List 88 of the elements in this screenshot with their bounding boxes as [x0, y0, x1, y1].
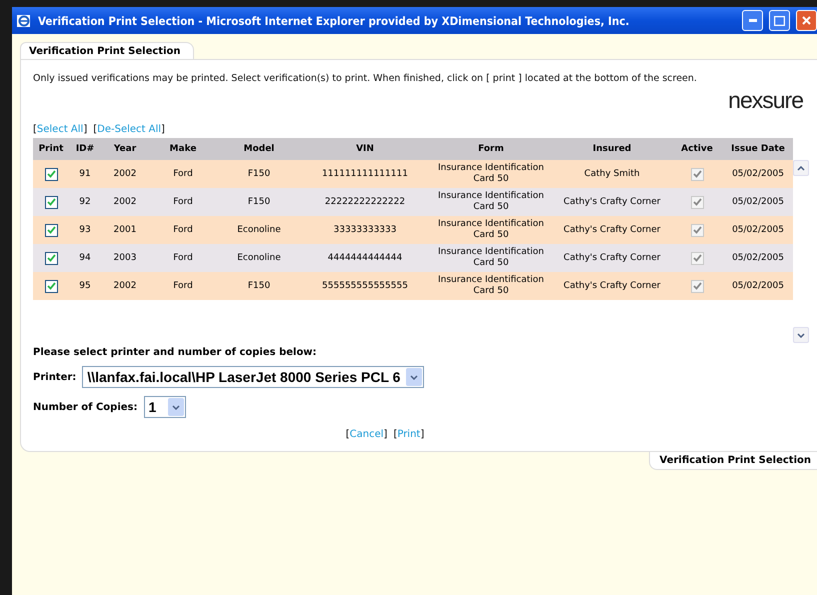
- printer-label: Printer:: [33, 372, 76, 382]
- table-cell: 33333333333: [301, 216, 429, 244]
- column-header: VIN: [301, 138, 429, 160]
- bracket: [: [346, 429, 350, 440]
- bracket: [: [33, 124, 37, 135]
- table-cell: 92: [69, 188, 101, 216]
- bracket: ]: [420, 429, 424, 440]
- minimize-button[interactable]: [742, 10, 763, 31]
- table-cell: Cathy's Crafty Corner: [553, 216, 671, 244]
- copies-label: Number of Copies:: [33, 402, 138, 412]
- table-cell: F150: [217, 272, 301, 300]
- caret-down-icon: [797, 332, 805, 338]
- printer-select[interactable]: \\lanfax.fai.local\HP LaserJet 8000 Series PCL 6: [82, 366, 424, 388]
- table-cell: Econoline: [217, 216, 301, 244]
- table-cell: Insurance Identification Card 50: [429, 216, 553, 244]
- table-cell: 94: [69, 244, 101, 272]
- action-link[interactable]: Print: [397, 429, 420, 440]
- table-cell: 2002: [101, 272, 149, 300]
- bracket: ]: [83, 124, 88, 135]
- table-cell: 4444444444444: [301, 244, 429, 272]
- column-header: Year: [101, 138, 149, 160]
- printer-heading: Please select printer and number of copies below:: [33, 347, 318, 358]
- browser-icon: [16, 12, 32, 28]
- column-header: Print: [33, 138, 69, 160]
- table-cell: 05/02/2005: [723, 244, 793, 272]
- table-cell: Ford: [149, 160, 217, 188]
- column-header: Insured: [553, 138, 671, 160]
- table-cell: Insurance Identification Card 50: [429, 160, 553, 188]
- print-checkbox[interactable]: [44, 252, 58, 264]
- table-cell: 95: [69, 272, 101, 300]
- table-cell: 05/02/2005: [723, 188, 793, 216]
- table-cell: Ford: [149, 244, 217, 272]
- maximize-icon: [774, 16, 785, 26]
- maximize-button[interactable]: [769, 10, 790, 31]
- caret-up-icon: [797, 166, 805, 170]
- table-cell: Insurance Identification Card 50: [429, 244, 553, 272]
- close-icon: [802, 16, 811, 25]
- table-cell: 555555555555555: [301, 272, 429, 300]
- close-button[interactable]: [796, 10, 817, 31]
- action-link[interactable]: Cancel: [350, 429, 384, 440]
- column-header: Active: [671, 138, 723, 160]
- table-cell: Ford: [149, 188, 217, 216]
- company-logo: nexsure: [728, 87, 803, 114]
- column-header: Model: [217, 138, 301, 160]
- minimize-icon: [748, 19, 756, 22]
- column-header: Make: [149, 138, 217, 160]
- table-cell: 2003: [101, 244, 149, 272]
- print-checkbox[interactable]: [44, 168, 58, 180]
- table-cell: 05/02/2005: [723, 216, 793, 244]
- table-cell: Econoline: [217, 244, 301, 272]
- table-cell: 2002: [101, 160, 149, 188]
- table-cell: Cathy's Crafty Corner: [553, 188, 671, 216]
- table-cell: 111111111111111: [301, 160, 429, 188]
- table-cell: Cathy Smith: [553, 160, 671, 188]
- instructions-text: Only issued verifications may be printed. Select verification(s) to print. When finished, click on [ print ] located at the bottom of the screen.: [33, 72, 698, 86]
- table-cell: F150: [217, 160, 301, 188]
- table-cell: 2002: [101, 188, 149, 216]
- select-link[interactable]: Select All: [36, 124, 84, 135]
- bracket: [: [93, 124, 98, 135]
- bracket: [: [393, 429, 398, 440]
- column-header: ID#: [69, 138, 101, 160]
- caret-down-icon: [410, 374, 418, 380]
- print-checkbox[interactable]: [44, 196, 58, 208]
- table-cell: Ford: [149, 272, 217, 300]
- bracket: ]: [161, 124, 165, 135]
- column-header: Form: [429, 138, 553, 160]
- page-tab[interactable]: Verification Print Selection: [20, 42, 194, 59]
- table-cell: 05/02/2005: [723, 160, 793, 188]
- table-cell: F150: [217, 188, 301, 216]
- table-cell: 22222222222222: [301, 188, 429, 216]
- scrollbar[interactable]: [793, 160, 809, 343]
- table-cell: Insurance Identification Card 50: [429, 272, 553, 300]
- window-title: Verification Print Selection - Microsoft Internet Explorer provided by XDimensional Technologies, Inc.: [38, 14, 630, 28]
- column-header: Issue Date: [723, 138, 793, 160]
- select-link[interactable]: De-Select All: [97, 124, 162, 135]
- table-cell: 91: [69, 160, 101, 188]
- table-cell: Cathy's Crafty Corner: [553, 272, 671, 300]
- table-cell: 2001: [101, 216, 149, 244]
- table-cell: 05/02/2005: [723, 272, 793, 300]
- copies-select[interactable]: 1: [144, 396, 186, 418]
- table-cell: Cathy's Crafty Corner: [553, 244, 671, 272]
- print-checkbox[interactable]: [44, 224, 58, 236]
- table-cell: Ford: [149, 216, 217, 244]
- print-checkbox[interactable]: [44, 280, 58, 292]
- table-cell: 93: [69, 216, 101, 244]
- bracket: ]: [384, 429, 388, 440]
- table-cell: Insurance Identification Card 50: [429, 188, 553, 216]
- caret-down-icon: [172, 404, 180, 410]
